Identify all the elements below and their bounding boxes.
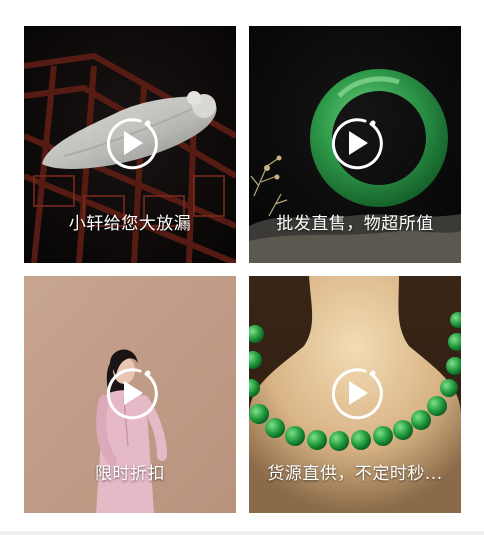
video-grid-page: 小轩给您大放漏 批发直售，物超所值 限时折扣 货源直供，不定时秒... xyxy=(0,0,484,535)
play-icon[interactable] xyxy=(102,115,158,171)
video-caption: 小轩给您大放漏 xyxy=(68,214,192,234)
play-icon[interactable] xyxy=(327,365,383,421)
video-caption: 限时折扣 xyxy=(95,464,165,484)
video-card-2[interactable]: 批发直售，物超所值 xyxy=(249,26,461,263)
video-caption: 批发直售，物超所值 xyxy=(276,214,434,234)
video-card-3[interactable]: 限时折扣 xyxy=(24,276,236,513)
video-card-4[interactable]: 货源直供，不定时秒... xyxy=(249,276,461,513)
video-card-1[interactable]: 小轩给您大放漏 xyxy=(24,26,236,263)
play-icon[interactable] xyxy=(102,365,158,421)
play-icon[interactable] xyxy=(327,115,383,171)
video-caption: 货源直供，不定时秒... xyxy=(267,464,443,484)
bottom-divider xyxy=(0,531,484,535)
